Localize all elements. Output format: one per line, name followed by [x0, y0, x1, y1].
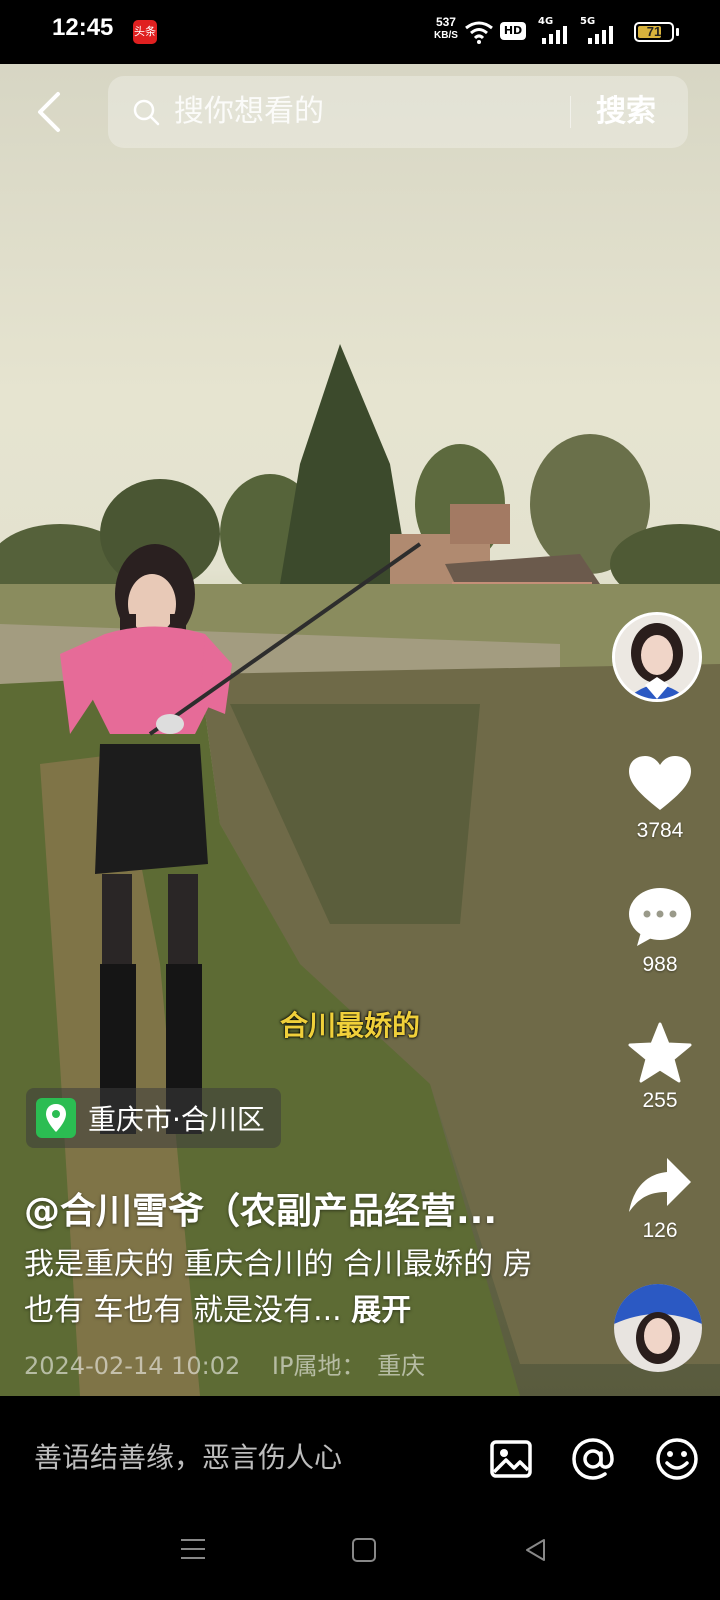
- comment-count: 988: [642, 953, 678, 976]
- share-button[interactable]: 126: [616, 1156, 704, 1244]
- network-speed: 537 KB/S: [434, 16, 458, 42]
- hd-label: HD: [503, 24, 523, 37]
- music-disc[interactable]: [614, 1284, 702, 1372]
- comment-button[interactable]: 988: [616, 886, 704, 978]
- menu-icon[interactable]: [178, 1536, 208, 1562]
- description-text: 我是重庆的 重庆合川的 合川最娇的 房也有 车也有 就是没有...: [24, 1247, 533, 1328]
- favorite-count: 255: [642, 1089, 678, 1112]
- battery-icon: 71: [634, 22, 674, 42]
- signal-5g-icon: 5G: [580, 16, 616, 46]
- hd-icon: HD: [500, 22, 526, 40]
- battery-level: 71: [646, 24, 662, 39]
- battery-cap: [676, 28, 679, 36]
- emoji-icon[interactable]: [654, 1436, 700, 1482]
- wifi-icon: [465, 21, 493, 44]
- video-subtitle: 合川最娇的: [280, 1009, 421, 1042]
- search-button[interactable]: 搜索: [596, 92, 656, 132]
- home-icon[interactable]: [350, 1536, 378, 1564]
- comment-input[interactable]: 善语结善缘，恶言伤人心: [34, 1436, 342, 1476]
- ip-label: IP属地：: [271, 1352, 366, 1380]
- author-name[interactable]: @合川雪爷（农副产品经营...: [24, 1182, 497, 1234]
- comment-bar: 善语结善缘，恶言伤人心: [0, 1396, 720, 1510]
- video-meta: 2024-02-14 10:02 IP属地： 重庆: [24, 1346, 449, 1381]
- location-pin-icon: [36, 1098, 76, 1138]
- share-count: 126: [642, 1219, 678, 1242]
- publish-date: 2024-02-14 10:02: [24, 1352, 241, 1380]
- signal-4g-icon: 4G: [538, 16, 568, 46]
- expand-button[interactable]: 展开: [351, 1293, 411, 1328]
- status-bar: 12:45 头条 537 KB/S HD 4G 5G 71: [0, 0, 720, 64]
- heart-icon: [629, 756, 691, 810]
- star-icon: [628, 1022, 692, 1083]
- like-count: 3784: [636, 819, 684, 842]
- image-icon[interactable]: [488, 1436, 534, 1482]
- music-disc-image: [614, 1284, 702, 1372]
- location-text: 重庆市·合川区: [88, 1103, 265, 1136]
- network-speed-unit: KB/S: [434, 30, 458, 41]
- ip-region: 重庆: [377, 1352, 426, 1380]
- status-time: 12:45: [52, 14, 114, 41]
- back-icon[interactable]: [30, 88, 70, 136]
- favorite-button[interactable]: 255: [616, 1022, 704, 1114]
- avatar-image: [615, 615, 699, 699]
- search-bar[interactable]: 搜你想看的 搜索: [108, 76, 688, 148]
- search-divider: [570, 96, 571, 128]
- share-icon: [629, 1158, 691, 1212]
- at-icon[interactable]: [570, 1436, 616, 1482]
- back-nav-icon[interactable]: [522, 1536, 550, 1564]
- network-speed-value: 537: [435, 15, 456, 29]
- app-badge-icon: 头条: [133, 20, 157, 44]
- search-icon: [133, 99, 160, 126]
- like-button[interactable]: 3784: [616, 754, 704, 844]
- location-tag[interactable]: 重庆市·合川区: [26, 1088, 281, 1148]
- video-description: 我是重庆的 重庆合川的 合川最娇的 房也有 车也有 就是没有... 展开: [24, 1242, 534, 1334]
- search-input[interactable]: 搜你想看的: [174, 92, 324, 132]
- comment-icon: [629, 888, 691, 946]
- system-nav-bar: [0, 1510, 720, 1600]
- house-tower: [450, 504, 510, 544]
- author-avatar[interactable]: [612, 612, 702, 702]
